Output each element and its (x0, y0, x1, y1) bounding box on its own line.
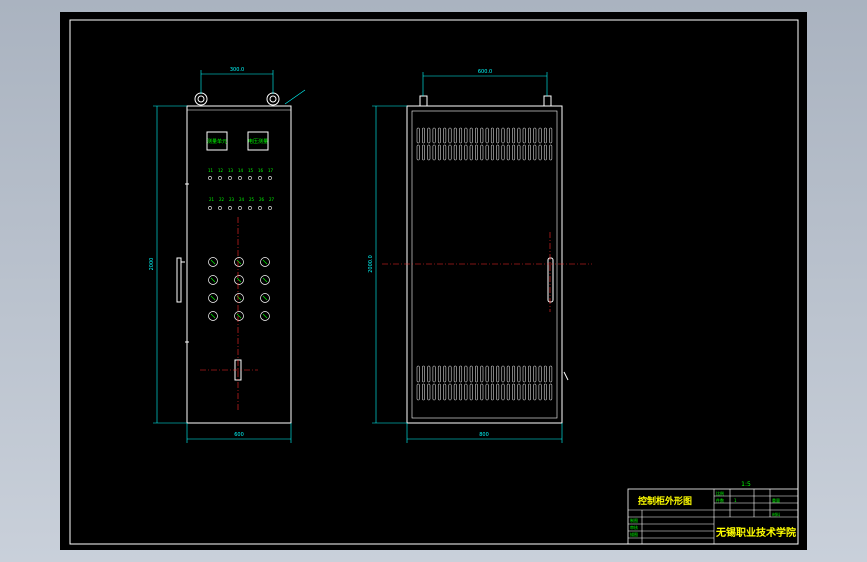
cad-viewport[interactable]: 测量单元 电压测量 11 12 13 14 15 16 17 21 22 23 … (60, 12, 807, 550)
table-cell: 审核 (630, 524, 638, 530)
row-label: 16 (258, 168, 264, 173)
sheet-border (69, 19, 799, 545)
row-label: 24 (239, 197, 245, 202)
row-label: 11 (208, 168, 214, 173)
table-cell: 制图 (630, 517, 638, 523)
school-name: 无锡职业技术学院 (715, 526, 796, 539)
meter-row-labels: 11 12 13 14 15 16 17 (208, 168, 274, 173)
lifting-eye-left (194, 92, 208, 106)
lifting-lug-left (419, 95, 428, 107)
meter-left-label: 测量单元 (207, 138, 227, 145)
row-label: 12 (218, 168, 224, 173)
row-label: 25 (249, 197, 255, 202)
front-view: 测量单元 电压测量 11 12 13 14 15 16 17 21 22 23 … (149, 67, 306, 443)
dim-height-right: 2000.0 (368, 255, 374, 273)
lifting-eye-right (266, 92, 280, 106)
control-knob-grid (208, 257, 270, 321)
indicator-lamp (248, 206, 252, 210)
door-handle-side (547, 257, 554, 303)
row-label: 26 (259, 197, 265, 202)
dim-side-width: 800 (479, 432, 489, 438)
indicator-lamp (218, 176, 222, 180)
indicator-lamp (238, 176, 242, 180)
meter-right-label: 电压测量 (248, 138, 268, 145)
indicator-lamp (268, 206, 272, 210)
indicator-lamp (208, 206, 212, 210)
indicator-lamp (268, 176, 272, 180)
dim-height-left: 2000 (149, 258, 155, 271)
indicator-lamp-rows (208, 176, 272, 210)
table-cell: 材料 (772, 511, 780, 517)
switch-row-labels: 21 22 23 24 25 26 27 (209, 197, 275, 202)
indicator-lamp (218, 206, 222, 210)
lifting-lug-right (543, 95, 552, 107)
dim-top-right: 600.0 (478, 69, 492, 75)
indicator-lamp (208, 176, 212, 180)
cad-drawing: 测量单元 电压测量 11 12 13 14 15 16 17 21 22 23 … (69, 19, 799, 545)
table-cell: 1 (734, 498, 737, 503)
row-label: 21 (209, 197, 215, 202)
indicator-lamp (238, 206, 242, 210)
indicator-lamp (258, 206, 262, 210)
indicator-lamp (228, 176, 232, 180)
row-label: 22 (219, 197, 225, 202)
dim-top-left: 300.0 (230, 67, 244, 73)
row-label: 27 (269, 197, 275, 202)
table-cell: 重量 (772, 497, 780, 503)
row-label: 15 (248, 168, 254, 173)
indicator-lamp (228, 206, 232, 210)
cabinet-front-outline (186, 105, 292, 424)
dim-front-width: 600 (234, 432, 244, 438)
row-label: 14 (238, 168, 244, 173)
door-handle-front (176, 257, 182, 303)
table-cell: 描图 (630, 531, 638, 537)
table-cell: 比例 (716, 490, 724, 496)
row-label: 13 (228, 168, 234, 173)
indicator-lamp (258, 176, 262, 180)
table-cell: 件数 (716, 497, 724, 503)
side-view: 600.0 2000.0 800 (368, 69, 592, 443)
drawing-scale: 1:5 (741, 481, 751, 488)
indicator-lamp (248, 176, 252, 180)
row-label: 23 (229, 197, 235, 202)
drawing-title: 控制柜外形图 (638, 495, 692, 507)
title-block: 控制柜外形图 1:5 无锡职业技术学院 比例 件数 重量 材料 制图 审核 描图… (627, 481, 799, 545)
row-label: 17 (268, 168, 274, 173)
